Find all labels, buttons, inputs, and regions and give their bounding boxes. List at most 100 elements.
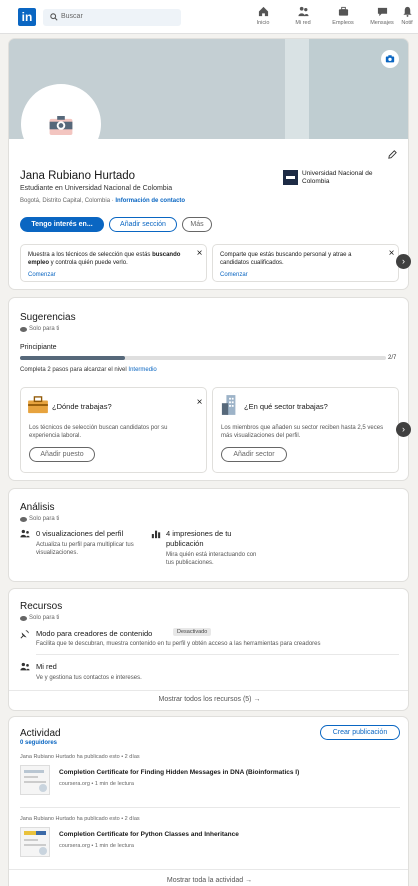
camera-icon	[49, 116, 73, 135]
level-label: Principiante	[20, 344, 57, 351]
get-started-link[interactable]: Comenzar	[28, 272, 56, 278]
nav-label: Empleos	[332, 20, 354, 26]
progress-count: 2/7	[388, 355, 397, 361]
linkedin-logo[interactable]: in	[18, 8, 36, 26]
open-to-work-box: Muestra a los técnicos de selección que …	[20, 244, 207, 282]
edit-cover-button[interactable]	[381, 50, 399, 68]
eye-icon	[20, 326, 27, 332]
add-position-button[interactable]: Añadir puesto	[29, 447, 95, 462]
contact-info-link[interactable]: Información de contacto	[115, 198, 185, 204]
carousel-next-button[interactable]: ›	[396, 254, 411, 269]
divider	[9, 690, 408, 691]
nav-label: Mi red	[295, 20, 311, 26]
post-meta: Jana Rubiano Hurtado ha publicado esto •…	[20, 754, 140, 760]
private-note: Solo para ti	[20, 326, 59, 332]
suggestions-card: Sugerencias Solo para ti Principiante 2/…	[8, 297, 409, 481]
my-network-body: Ve y gestiona tus contactos e intereses.	[36, 675, 142, 681]
university-name[interactable]: Universidad Nacional de Colombia	[302, 170, 392, 186]
section-title: Análisis	[20, 502, 55, 513]
people-icon	[20, 529, 30, 538]
eye-icon	[20, 615, 27, 621]
close-icon[interactable]: ×	[195, 249, 204, 259]
suggestion-body: Los miembros que añaden su sector recibe…	[221, 425, 384, 439]
university-logo	[283, 170, 298, 185]
close-icon[interactable]: ×	[195, 398, 204, 408]
edit-pencil-icon[interactable]	[387, 149, 398, 160]
post-meta: Jana Rubiano Hurtado ha publicado esto •…	[20, 816, 140, 822]
more-button[interactable]: Más	[182, 217, 212, 232]
satellite-icon	[20, 630, 29, 639]
profile-views-link[interactable]: 0 visualizaciones del perfil	[36, 529, 123, 538]
network-icon	[297, 6, 309, 17]
suggestion-card-industry: ¿En qué sector trabajas? Los miembros qu…	[212, 387, 399, 473]
building-icon	[221, 395, 236, 415]
nav-jobs[interactable]: Empleos	[325, 6, 361, 30]
camera-icon	[385, 55, 395, 63]
suggestion-body: Los técnicos de selección buscan candida…	[29, 425, 168, 439]
search-box[interactable]: Buscar	[43, 9, 181, 26]
profile-views-body: Actualiza tu perfil para multiplicar tus…	[36, 542, 134, 556]
section-title: Sugerencias	[20, 312, 76, 323]
close-icon[interactable]: ×	[387, 249, 396, 259]
hiring-box: Comparte que estás buscando personal y a…	[212, 244, 399, 282]
nav-label: Notif	[401, 20, 413, 26]
private-note: Solo para ti	[20, 615, 59, 621]
messaging-icon	[377, 7, 387, 17]
resources-card: Recursos Solo para ti Modo para creadore…	[8, 588, 409, 711]
nav-home[interactable]: Inicio	[245, 6, 281, 30]
top-navbar: in Buscar Inicio Mi red Empleos Mensajes…	[0, 0, 418, 34]
divider	[20, 807, 400, 808]
profile-avatar[interactable]	[21, 84, 101, 164]
impressions-link[interactable]: 4 impresiones de tu publicación	[166, 529, 256, 549]
profile-location: Bogotá, Distrito Capital, Colombia	[20, 198, 111, 204]
creator-mode-link[interactable]: Modo para creadores de contenido	[36, 629, 152, 638]
analysis-card: Análisis Solo para ti 0 visualizaciones …	[8, 488, 409, 582]
post-title[interactable]: Completion Certificate for Python Classe…	[59, 831, 399, 838]
hiring-text: Comparte que estás buscando personal y a…	[220, 252, 352, 266]
search-icon	[50, 13, 58, 21]
profile-card: Jana Rubiano Hurtado Estudiante en Unive…	[8, 38, 409, 290]
open-to-button[interactable]: Tengo interés en...	[20, 217, 104, 232]
nav-messaging[interactable]: Mensajes	[364, 6, 400, 30]
suggestion-title: ¿Dónde trabajas?	[52, 402, 112, 411]
status-badge: Desactivado	[173, 628, 212, 636]
impressions-body: Mira quién está interactuando con tus pu…	[166, 552, 257, 566]
divider	[9, 869, 408, 870]
my-network-link[interactable]: Mi red	[36, 662, 57, 671]
section-title: Recursos	[20, 601, 63, 612]
search-input[interactable]: Buscar	[61, 13, 83, 20]
private-note: Solo para ti	[20, 516, 59, 522]
get-started-link[interactable]: Comenzar	[220, 272, 248, 278]
divider	[36, 654, 399, 655]
post-thumbnail[interactable]	[20, 827, 50, 857]
activity-card: Actividad 0 seguidores Crear publicación…	[8, 716, 409, 886]
creator-mode-body: Facilita que te descubran, muestra conte…	[36, 641, 321, 647]
post-title[interactable]: Completion Certificate for Finding Hidde…	[59, 769, 399, 776]
nav-notifications[interactable]: Notif	[396, 6, 418, 30]
show-all-resources-button[interactable]: Mostrar todos los recursos (5) →	[9, 696, 408, 703]
section-title: Actividad	[20, 728, 61, 739]
arrow-right-icon: →	[245, 877, 253, 884]
post-source: coursera.org • 1 min de lectura	[59, 781, 134, 787]
intermediate-link[interactable]: Intermedio	[128, 367, 156, 373]
followers-link[interactable]: 0 seguidores	[20, 740, 57, 746]
nav-label: Inicio	[256, 20, 270, 26]
suggestion-title: ¿En qué sector trabajas?	[244, 402, 328, 411]
create-post-button[interactable]: Crear publicación	[320, 725, 400, 740]
post-thumbnail[interactable]	[20, 765, 50, 795]
nav-label: Mensajes	[370, 20, 394, 26]
people-icon	[20, 662, 30, 671]
progress-fill	[20, 356, 125, 360]
suggestion-card-position: ¿Dónde trabajas? × Los técnicos de selec…	[20, 387, 207, 473]
bell-icon	[402, 6, 412, 17]
show-all-activity-button[interactable]: Mostrar toda la actividad →	[9, 877, 408, 884]
progress-track	[20, 356, 386, 360]
nav-network[interactable]: Mi red	[285, 6, 321, 30]
profile-name: Jana Rubiano Hurtado	[20, 170, 136, 182]
carousel-next-button[interactable]: ›	[396, 422, 411, 437]
bar-chart-icon	[151, 530, 161, 539]
add-industry-button[interactable]: Añadir sector	[221, 447, 287, 462]
briefcase-icon	[338, 6, 348, 16]
arrow-right-icon: →	[253, 696, 261, 703]
add-section-button[interactable]: Añadir sección	[109, 217, 177, 232]
